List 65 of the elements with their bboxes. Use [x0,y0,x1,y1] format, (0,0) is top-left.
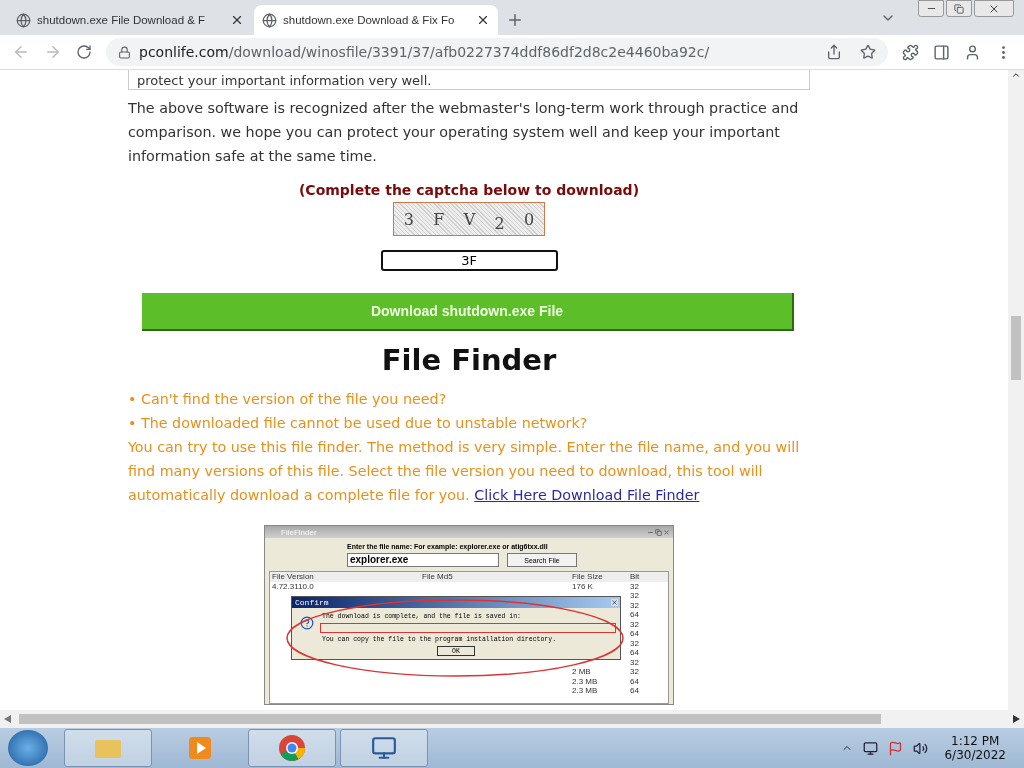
bullet-text: • The downloaded file cannot be used due to unstable network? [128,414,589,433]
flag-icon[interactable] [888,740,904,756]
lock-icon [118,45,131,59]
table-cell-text: 32 [630,581,640,591]
download-link[interactable]: Click Here Download File Finder [474,487,700,503]
scrollbar-thumb[interactable] [1011,316,1021,380]
side-panel-icon[interactable] [933,43,950,61]
table-cell-text: 32 [630,591,640,601]
table-cell-text: 64 [630,648,640,658]
scroll-left-icon[interactable] [4,715,11,723]
restore-icon [655,528,662,536]
bookmark-star-icon[interactable] [860,44,876,60]
browser-tab[interactable]: shutdown.exe Download & Fix Fo [254,5,498,35]
scrollbar-thumb[interactable] [19,714,881,724]
table-cell-text: 64 [630,629,640,639]
captcha-prompt: (Complete the captcha below to download) [298,182,640,198]
reload-button[interactable] [76,44,92,60]
table-cell-text: 2 MB [572,667,592,677]
profile-icon[interactable] [964,43,981,61]
section-heading: File Finder [380,343,558,377]
captcha-image: 3 F V 2 0 [393,202,545,236]
close-icon[interactable] [230,13,244,27]
chrome-taskbar-icon[interactable] [248,729,336,767]
start-button[interactable] [8,730,48,766]
close-icon [663,528,670,536]
clock[interactable]: 1:12 PM 6/30/2022 [944,734,1006,762]
column-header: Bit [630,572,641,582]
close-icon[interactable] [476,13,490,27]
address-bar[interactable]: pconlife.com/download/winosfile/3391/37/afb0227374ddf86df2d8c2e4460ba92c/ [106,38,888,66]
table-cell-text: 64 [630,686,640,696]
column-header: File Version [272,572,315,582]
table-cell-text: 32 [630,667,640,677]
globe-icon [262,12,277,28]
table-cell-text: 32 [630,619,640,629]
scroll-right-icon[interactable] [1013,715,1020,723]
scroll-up-icon[interactable] [1011,70,1021,80]
new-tab-button[interactable] [506,11,524,29]
table-cell-text: 32 [630,657,640,667]
table-cell-text: 32 [630,638,640,648]
table-cell-text: 176 K [572,581,594,591]
column-header: File Size [572,572,604,582]
table-cell-text: 2.3 MB [572,676,599,686]
captcha-input-field[interactable]: 3F [380,250,558,271]
table-cell-text: 4.72.3110.0 [272,581,315,591]
computer-taskbar-icon[interactable] [340,729,428,767]
cut-off-text: protect your important information very well. [137,73,432,88]
bullet-text: • Can't find the version of the file you need? [128,390,448,409]
column-header: File Md5 [422,572,454,582]
intro-paragraph: The above software is recognized after the webmaster's long-term work through practice and comparison. we hope you can protect your operating system well and keep your important information safe at the same time. [128,99,800,166]
restore-icon[interactable] [954,3,964,14]
dialog-title: Confirm [295,598,329,607]
table-cell-text: 64 [630,676,640,686]
volume-icon[interactable] [913,740,929,756]
globe-icon [16,12,31,28]
file-name-field[interactable]: explorer.exe [347,553,499,567]
question-icon [300,616,314,630]
share-icon[interactable] [826,44,842,60]
description-paragraph: You can try to use this file finder. The method is very simple. Enter the file name, and you will find many versions of this file. Select the file version you need to download, this tool will automatically download a complete file for you. Click Here Download File Finder [128,438,801,505]
extensions-icon[interactable] [902,43,919,61]
table-cell-text: 32 [630,600,640,610]
table-cell-text: 2.3 MB [572,686,599,696]
table-cell-text: 64 [630,610,640,620]
browser-tab[interactable]: shutdown.exe File Download & F [8,5,252,35]
network-icon[interactable] [863,740,879,756]
close-icon [611,599,618,606]
